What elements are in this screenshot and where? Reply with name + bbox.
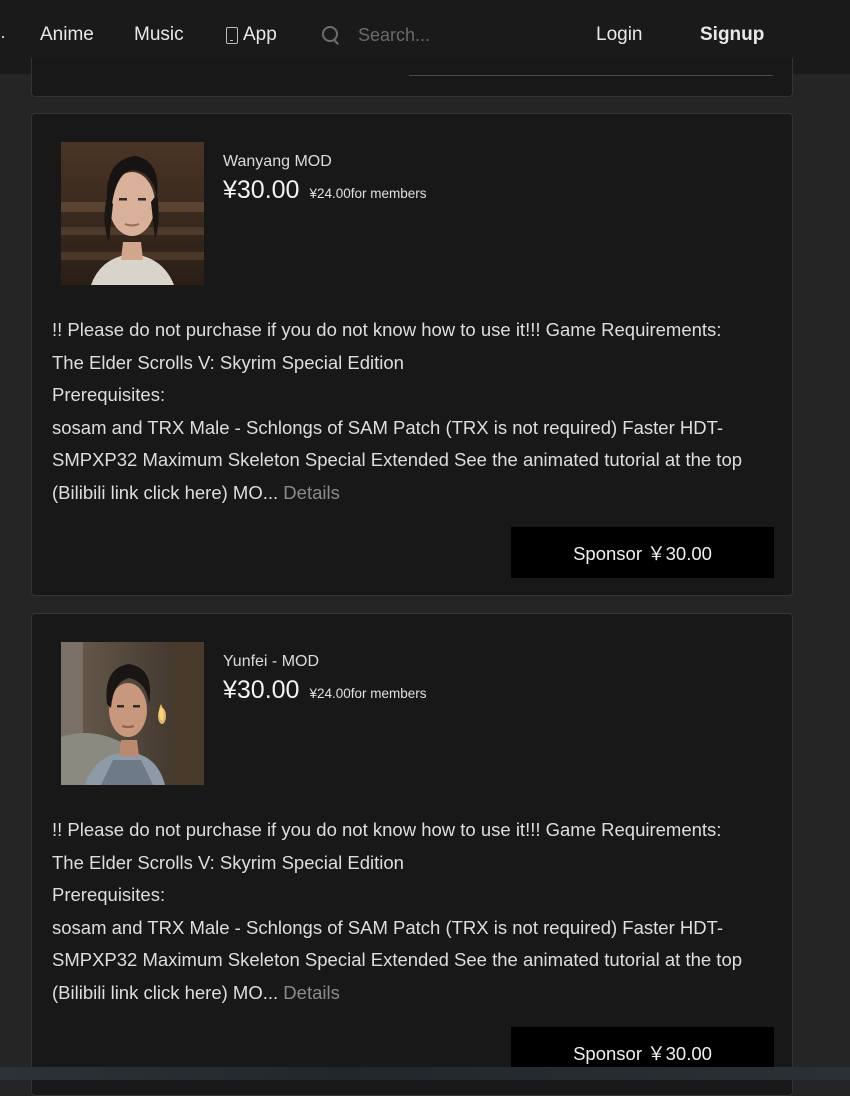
- description-line: sosam and TRX Male - Schlongs of SAM Pat…: [52, 912, 774, 1010]
- product-thumbnail[interactable]: [61, 142, 204, 285]
- login-link[interactable]: Login: [596, 24, 643, 46]
- description-line: !! Please do not purchase if you do not …: [52, 819, 722, 840]
- search-icon[interactable]: [320, 24, 342, 46]
- description-line: sosam and TRX Male - Schlongs of SAM Pat…: [52, 412, 774, 510]
- product-title[interactable]: Wanyang MOD: [223, 153, 332, 171]
- member-price: ¥24.00for members: [309, 186, 427, 201]
- product-card: Wanyang MOD ¥30.00 ¥24.00for members !! …: [31, 113, 793, 596]
- product-thumbnail[interactable]: [61, 642, 204, 785]
- nav-overflow-indicator: ·: [0, 26, 6, 46]
- nav-link-app-label: App: [243, 24, 277, 45]
- description-line: Prerequisites:: [52, 884, 166, 905]
- description-line: The Elder Scrolls V: Skyrim Special Edit…: [52, 851, 404, 873]
- details-link[interactable]: Details: [283, 982, 340, 1003]
- description-line: The Elder Scrolls V: Skyrim Special Edit…: [52, 351, 404, 373]
- member-price: ¥24.00for members: [309, 686, 427, 701]
- price-row: ¥30.00 ¥24.00for members: [223, 676, 427, 705]
- description-text: sosam and TRX Male - Schlongs of SAM Pat…: [52, 916, 743, 1003]
- product-title[interactable]: Yunfei - MOD: [223, 653, 319, 671]
- product-description: !! Please do not purchase if you do not …: [52, 314, 774, 509]
- product-price: ¥30.00: [223, 176, 300, 204]
- character-portrait-image: [61, 642, 204, 785]
- nav-link-anime[interactable]: Anime: [40, 24, 94, 46]
- previous-product-card: [31, 58, 793, 97]
- mobile-phone-icon: [226, 26, 238, 44]
- product-description: !! Please do not purchase if you do not …: [52, 814, 774, 1009]
- price-row: ¥30.00 ¥24.00for members: [223, 176, 427, 205]
- nav-link-app[interactable]: App: [226, 24, 277, 46]
- description-line: !! Please do not purchase if you do not …: [52, 319, 722, 340]
- horizontal-scrollbar[interactable]: [0, 1067, 850, 1080]
- nav-link-music[interactable]: Music: [134, 24, 184, 46]
- product-card: Yunfei - MOD ¥30.00 ¥24.00for members !!…: [31, 613, 793, 1096]
- details-link[interactable]: Details: [283, 482, 340, 503]
- description-text: sosam and TRX Male - Schlongs of SAM Pat…: [52, 416, 743, 503]
- search-box: [320, 22, 580, 48]
- product-price: ¥30.00: [223, 676, 300, 704]
- search-input[interactable]: [358, 24, 558, 46]
- description-line: Prerequisites:: [52, 384, 166, 405]
- character-portrait-image: [61, 142, 204, 285]
- divider: [409, 75, 773, 76]
- sponsor-button[interactable]: Sponsor ￥30.00: [511, 527, 774, 578]
- signup-link[interactable]: Signup: [700, 24, 764, 46]
